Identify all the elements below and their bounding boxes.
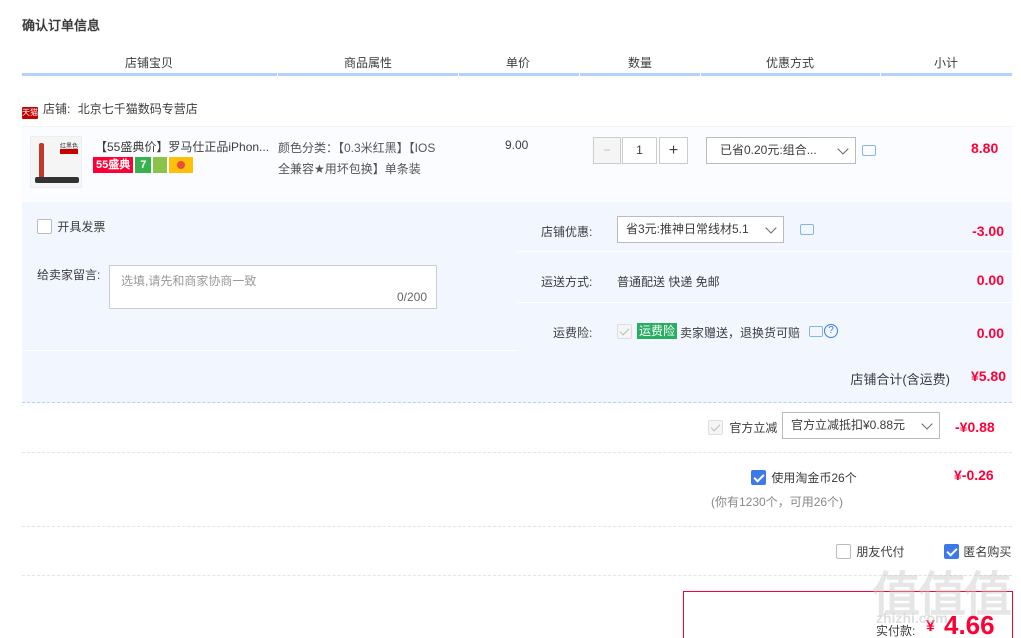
coins-label: 使用淘金币26个 (771, 471, 857, 485)
col-attributes: 商品属性 (344, 56, 393, 70)
coins-toggle[interactable]: 使用淘金币26个 (751, 469, 857, 486)
invoice-checkbox[interactable] (37, 219, 52, 234)
divider (22, 575, 1012, 576)
shop-total-amount: ¥5.80 (970, 368, 1006, 384)
shop-fees-panel: 店铺优惠: 省3元:推神日常线材5.1 -3.00 运送方式: 普通配送 快递 … (517, 202, 1012, 354)
shop-total-row: 店铺合计(含运费) ¥5.80 (22, 351, 1012, 403)
seller-message-input[interactable]: 选填,请先和商家协商一致 0/200 (109, 265, 437, 309)
card-icon (169, 157, 194, 173)
shop-discount-value: 省3元:推神日常线材5.1 (626, 222, 749, 236)
item-subtotal: 8.80 (971, 140, 999, 156)
official-discount-value: 官方立减抵扣¥0.88元 (791, 418, 906, 432)
tmall-badge: 天猫 (22, 107, 38, 119)
insurance-text: 卖家赠送，退换货可赔 (680, 326, 801, 340)
shop-discount-select[interactable]: 省3元:推神日常线材5.1 (617, 216, 784, 243)
official-discount-toggle: 官方立减 (708, 419, 777, 436)
insurance-label: 运费险: (553, 326, 593, 340)
attr-line-1: 颜色分类：【0.3米红黑】【IOS (278, 141, 436, 155)
official-discount-select[interactable]: 官方立减抵扣¥0.88元 (782, 412, 940, 439)
help-icon[interactable]: ? (824, 324, 838, 338)
shipping-label: 运送方式: (541, 275, 593, 289)
attr-line-2: 全兼容★用坏包换】单条装 (278, 162, 421, 176)
qty-input[interactable]: 1 (622, 137, 657, 164)
chat-icon[interactable] (800, 224, 814, 235)
col-subtotal: 小计 (934, 56, 959, 70)
invoice-toggle[interactable]: 开具发票 (37, 218, 105, 235)
coins-checkbox[interactable] (751, 470, 766, 485)
friend-pay-checkbox[interactable] (836, 544, 851, 559)
qty-plus-button[interactable]: + (659, 137, 688, 164)
tag-55-festival: 55盛典 (93, 157, 134, 173)
insurance-checkbox (617, 324, 632, 339)
divider (22, 452, 1012, 453)
official-discount-label: 官方立减 (729, 421, 778, 435)
shop-total-label: 店铺合计(含运费) (850, 372, 950, 387)
shop-discount-row: 店铺优惠: 省3元:推神日常线材5.1 -3.00 (517, 202, 1012, 252)
col-quantity: 数量 (628, 56, 653, 70)
chat-icon[interactable] (809, 326, 823, 337)
message-counter: 0/200 (396, 290, 427, 304)
insurance-row: 运费险: 运费险 卖家赠送，退换货可赔 ? 0.00 (517, 304, 1012, 354)
item-discount-select[interactable]: 已省0.20元:组合... (706, 137, 856, 164)
product-tags: 55盛典 7 (93, 157, 195, 173)
col-shop-item: 店铺宝贝 (125, 56, 174, 70)
shop-name-link[interactable]: 北京七千猫数码专营店 (78, 102, 198, 116)
shop-discount-amount: -3.00 (972, 223, 1004, 239)
shipping-row: 运送方式: 普通配送 快递 免邮 0.00 (517, 253, 1012, 303)
coins-amount: ¥-0.26 (954, 467, 994, 483)
column-header: 店铺宝贝 商品属性 单价 数量 优惠方式 小计 (22, 54, 1012, 76)
official-discount-amount: -¥0.88 (955, 419, 995, 435)
divider (22, 526, 1012, 527)
message-placeholder: 选填,请先和商家协商一致 (121, 274, 257, 288)
message-label: 给卖家留言: (37, 268, 101, 282)
coins-note: (你有1230个，可用26个) (711, 495, 844, 509)
invoice-label: 开具发票 (57, 220, 106, 234)
unit-price: 9.00 (505, 138, 529, 152)
insurance-badge: 运费险 (637, 323, 678, 339)
qty-minus-button[interactable]: − (593, 137, 621, 164)
insurance-amount: 0.00 (976, 325, 1004, 341)
chat-icon[interactable] (862, 145, 876, 156)
shipping-amount: 0.00 (976, 272, 1004, 288)
item-discount-value: 已省0.20元:组合... (720, 143, 817, 157)
tag-7day-return: 7 (135, 157, 152, 173)
page-title: 确认订单信息 (22, 18, 101, 33)
product-title-link[interactable]: 【55盛典价】罗马仕正品iPhon... (95, 138, 275, 155)
official-discount-checkbox (708, 420, 723, 435)
product-thumbnail[interactable]: 红黑色 (30, 136, 82, 188)
shipping-value: 普通配送 快递 免邮 (617, 275, 720, 289)
shop-label: 店铺: (43, 102, 71, 116)
shop-line: 天猫 店铺: 北京七千猫数码专营店 (22, 100, 198, 119)
col-unit-price: 单价 (506, 56, 531, 70)
product-attributes: 颜色分类：【0.3米红黑】【IOS 全兼容★用坏包换】单条装 (278, 138, 478, 180)
shop-discount-label: 店铺优惠: (541, 225, 593, 239)
col-discount: 优惠方式 (766, 56, 815, 70)
watermark-url: zhizhi.com (876, 610, 948, 626)
guarantee-icon (153, 157, 168, 173)
